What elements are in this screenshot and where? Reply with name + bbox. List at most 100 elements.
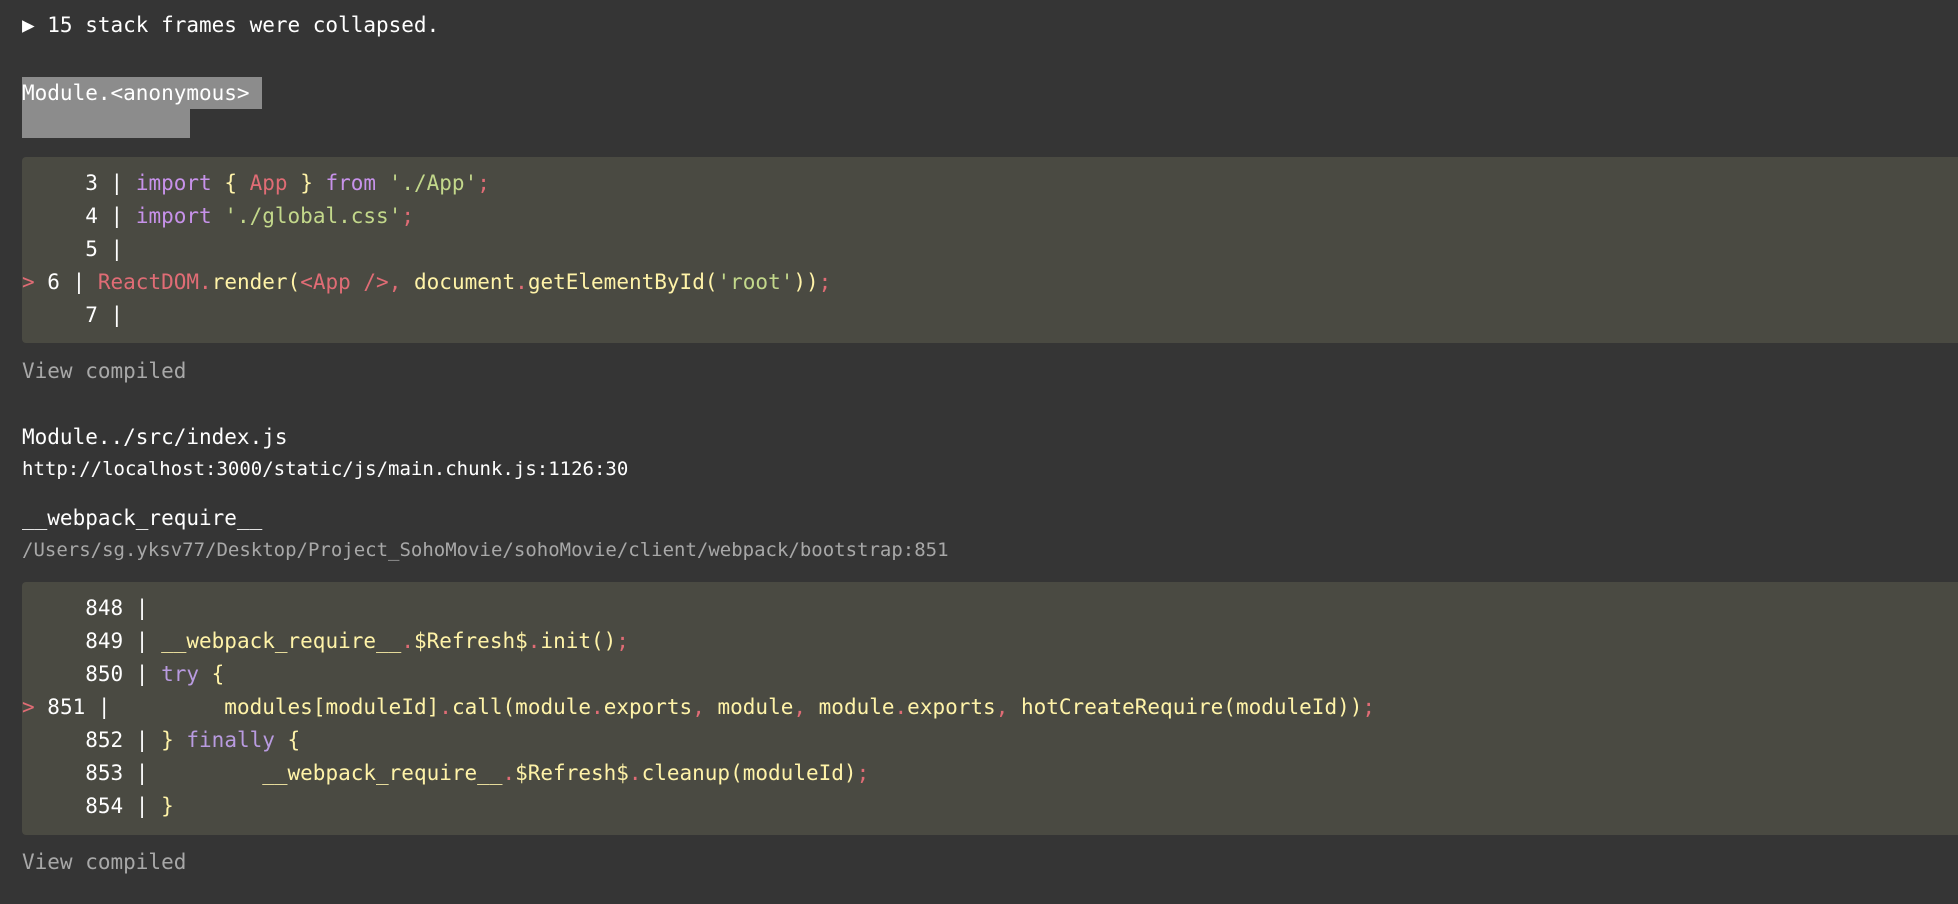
code-token: './App': [388, 171, 478, 195]
error-line-marker: [22, 237, 47, 261]
code-token: App: [236, 171, 301, 195]
code-token: document: [414, 270, 516, 294]
code-token: }: [161, 794, 174, 818]
code-token: <App />: [300, 270, 389, 294]
code-line: 848 |: [22, 592, 1958, 625]
code-line: 3 | import { App } from './App';: [22, 167, 1958, 200]
error-line-marker: [22, 629, 47, 653]
frame-highlight-tail: [22, 109, 190, 138]
code-token: $Refresh$: [413, 629, 528, 653]
code-token: module: [818, 695, 895, 719]
frame-function-name: Module../src/index.js: [22, 425, 288, 449]
code-token: module: [515, 695, 592, 719]
code-token: .: [439, 695, 452, 719]
code-token: import: [135, 171, 212, 195]
code-token: (): [591, 629, 617, 653]
frame-location: http://localhost:3000/static/js/main.chu…: [22, 458, 629, 480]
code-token: (: [730, 761, 743, 785]
code-token: .: [502, 761, 516, 785]
code-token: init: [540, 629, 591, 653]
code-token: __webpack_require__: [161, 761, 503, 785]
code-token: import: [135, 204, 212, 228]
code-token: getElementById: [527, 270, 705, 294]
frame-function-name: Module.<anonymous>: [22, 77, 262, 109]
code-token: cleanup: [641, 761, 731, 785]
code-token: $Refresh$: [515, 761, 629, 785]
code-line: 854 | }: [22, 790, 1958, 823]
code-token: .: [628, 761, 642, 785]
error-line-marker: >: [22, 270, 48, 294]
code-token: }: [300, 171, 313, 195]
code-token: ,: [692, 695, 718, 719]
error-line-marker: [22, 761, 47, 785]
code-token: ;: [477, 171, 490, 195]
code-token: moduleId: [1235, 695, 1338, 719]
line-number: 850 |: [47, 662, 162, 686]
code-token: (: [704, 270, 718, 294]
code-token: {: [199, 662, 225, 686]
code-token: hotCreateRequire: [1020, 695, 1224, 719]
code-token: moduleId: [325, 695, 427, 719]
code-token: .: [515, 270, 528, 294]
error-line-marker: [22, 596, 47, 620]
error-line-marker: [22, 728, 47, 752]
code-line: > 6 | ReactDOM.render(<App />, document.…: [22, 266, 1958, 299]
line-number: 4 |: [47, 204, 136, 228]
code-token: 'root': [717, 270, 794, 294]
view-compiled-link[interactable]: View compiled: [22, 847, 186, 877]
code-token: ;: [856, 761, 870, 785]
line-number: 7 |: [47, 303, 136, 327]
code-token: from: [312, 171, 389, 195]
error-line-marker: [22, 662, 47, 686]
error-line-marker: [22, 171, 47, 195]
code-token: ]: [426, 695, 440, 719]
code-line: 853 | __webpack_require__.$Refresh$.clea…: [22, 757, 1958, 790]
stack-trace-overlay: ▶ 15 stack frames were collapsed. Module…: [0, 0, 1958, 904]
code-token: './global.css': [224, 204, 402, 228]
code-token: [: [312, 695, 326, 719]
code-line: 5 |: [22, 233, 1958, 266]
code-token: exports: [907, 695, 996, 719]
code-token: .: [591, 695, 604, 719]
code-token: .: [401, 629, 414, 653]
code-token: moduleId: [742, 761, 844, 785]
line-number: 6 |: [47, 270, 98, 294]
code-line: 7 |: [22, 299, 1958, 332]
line-number: 854 |: [47, 794, 162, 818]
code-token: (: [1223, 695, 1236, 719]
code-line: 4 | import './global.css';: [22, 200, 1958, 233]
frame-function-name: __webpack_require__: [22, 506, 263, 530]
line-number: 851 |: [47, 695, 124, 719]
code-token: ,: [793, 695, 819, 719]
error-line-marker: >: [22, 695, 48, 719]
code-token: module: [717, 695, 794, 719]
view-compiled-link[interactable]: View compiled: [22, 356, 186, 386]
code-token: ,: [388, 270, 415, 294]
code-token: (: [287, 270, 301, 294]
code-token: .: [199, 270, 212, 294]
code-token: .: [894, 695, 908, 719]
code-line: 849 | __webpack_require__.$Refresh$.init…: [22, 625, 1958, 658]
error-line-marker: [22, 303, 47, 327]
code-token: )): [793, 270, 819, 294]
code-token: try: [161, 662, 200, 686]
code-token: )): [1337, 695, 1363, 719]
code-token: {: [224, 171, 237, 195]
code-line: 850 | try {: [22, 658, 1958, 691]
code-token: ,: [995, 695, 1021, 719]
error-line-marker: [22, 794, 47, 818]
code-token: __webpack_require__: [161, 629, 402, 653]
code-line: > 851 | modules[moduleId].call(module.ex…: [22, 691, 1958, 724]
line-number: 3 |: [47, 171, 136, 195]
collapsed-frames-toggle[interactable]: ▶ 15 stack frames were collapsed.: [22, 10, 439, 40]
code-token: render: [211, 270, 288, 294]
code-token: ReactDOM: [97, 270, 200, 294]
line-number: 5 |: [47, 237, 136, 261]
line-number: 848 |: [47, 596, 162, 620]
code-token: ): [843, 761, 857, 785]
error-line-marker: [22, 204, 47, 228]
code-token: ;: [1362, 695, 1376, 719]
code-token: }: [161, 728, 174, 752]
